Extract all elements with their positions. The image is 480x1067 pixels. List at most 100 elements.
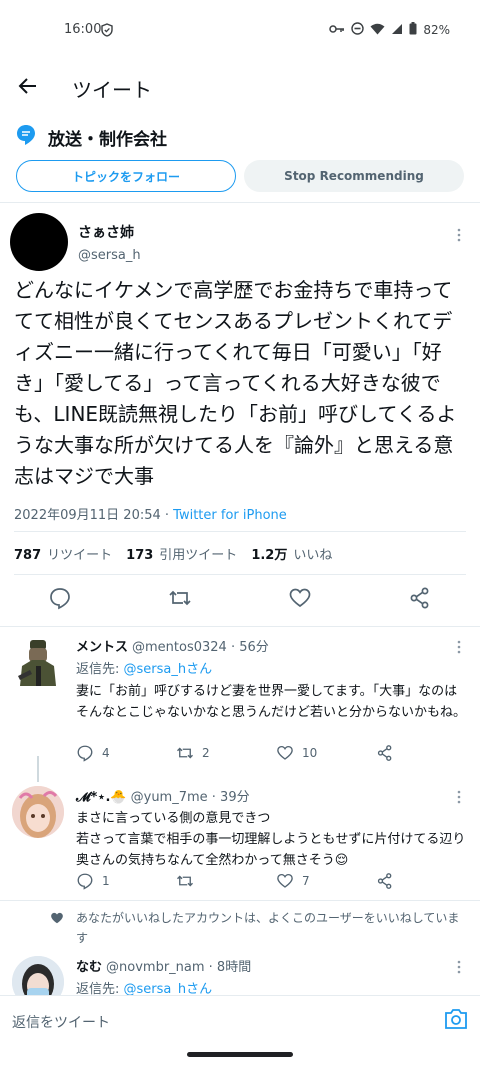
- reply-author-name[interactable]: 𝓜*⋆.🐣: [76, 790, 127, 805]
- quotes-label: 引用ツイート: [159, 548, 238, 563]
- quotes-count: 173: [126, 548, 154, 563]
- reply-handle-time[interactable]: @yum_7me · 39分: [131, 790, 250, 805]
- back-arrow-icon: [18, 77, 38, 99]
- divider: [14, 574, 466, 575]
- liked-note-text: あなたがいいねしたアカウントは、よくこのユーザーをいいねしています: [76, 911, 460, 945]
- reply-to-line: 返信先: @sersa_hさん: [76, 658, 466, 677]
- dnd-icon: [351, 22, 365, 38]
- divider: [0, 626, 480, 627]
- reply-count: 4: [102, 746, 110, 760]
- stop-recommending-button[interactable]: Stop Recommending: [244, 160, 464, 192]
- like-count: 7: [302, 874, 310, 888]
- retweet-icon[interactable]: [168, 586, 194, 612]
- follow-topic-button[interactable]: トピックをフォロー: [16, 160, 236, 192]
- reply-header[interactable]: メントス @mentos0324 · 56分: [76, 636, 466, 655]
- meta-separator: ·: [160, 508, 174, 523]
- reply-text: まさに言っている側の意見できつ 若さって言葉で相手の事一切理解しようともせずに片…: [76, 811, 466, 868]
- reply-action-like[interactable]: 7: [276, 872, 376, 890]
- reply-handle-time[interactable]: @mentos0324 · 56分: [132, 640, 269, 655]
- status-time: 16:00: [64, 22, 102, 37]
- retweet-icon: [177, 747, 193, 759]
- reply-author-name[interactable]: なむ: [76, 960, 102, 975]
- reply-action-share[interactable]: [376, 744, 406, 762]
- reply-action-like[interactable]: 10: [276, 744, 376, 762]
- more-options-icon[interactable]: [456, 790, 462, 804]
- reply-header[interactable]: 𝓜*⋆.🐣 @yum_7me · 39分: [76, 786, 466, 805]
- author-display-name[interactable]: さぁさ姉: [78, 222, 141, 242]
- signal-icon: [391, 23, 403, 38]
- battery-icon: [409, 22, 417, 38]
- quotes-stat[interactable]: 173 引用ツイート: [126, 544, 237, 563]
- tweet-text: どんなにイケメンで高学歴でお金持ちで車持っててて相性が良くてセンスあるプレゼント…: [14, 278, 457, 488]
- retweets-count: 787: [14, 548, 42, 563]
- share-icon: [377, 873, 392, 889]
- key-icon: [329, 23, 345, 37]
- reply-count: 1: [102, 874, 110, 888]
- reply-action-share[interactable]: [376, 872, 406, 890]
- reply-compose-bar[interactable]: 返信をツイート: [0, 995, 480, 1045]
- back-button[interactable]: [0, 66, 56, 110]
- author-handle[interactable]: @sersa_h: [78, 248, 141, 263]
- home-indicator[interactable]: [187, 1052, 293, 1057]
- reply-action-retweet[interactable]: [176, 872, 276, 890]
- reply-icon: [77, 745, 93, 762]
- avatar[interactable]: [10, 213, 68, 271]
- like-count: 10: [302, 746, 318, 760]
- status-bar: 16:00 82%: [0, 0, 480, 60]
- avatar[interactable]: [12, 636, 64, 688]
- like-heart-icon: [277, 873, 293, 888]
- like-heart-icon[interactable]: [288, 586, 314, 612]
- tweet-source[interactable]: Twitter for iPhone: [173, 508, 287, 523]
- retweets-label: リツイート: [47, 548, 113, 563]
- topic-actions: トピックをフォロー Stop Recommending: [16, 160, 464, 192]
- thread-line: [37, 756, 39, 782]
- wifi-icon: [370, 23, 385, 38]
- reply-icon[interactable]: [48, 586, 74, 612]
- share-icon[interactable]: [408, 586, 434, 612]
- shield-icon: [100, 22, 114, 41]
- reply-actions: 1 7: [76, 872, 406, 890]
- likes-label: いいね: [293, 548, 333, 563]
- reply-input[interactable]: 返信をツイート: [12, 1012, 110, 1032]
- more-options-icon[interactable]: [456, 228, 462, 242]
- share-icon: [377, 745, 392, 761]
- likes-count: 1.2万: [251, 548, 288, 563]
- liked-accounts-note: あなたがいいねしたアカウントは、よくこのユーザーをいいねしています: [50, 908, 470, 948]
- reply-handle-time[interactable]: @novmbr_nam · 8時間: [106, 960, 251, 975]
- retweet-icon: [177, 875, 193, 887]
- reply-author-name[interactable]: メントス: [76, 640, 128, 655]
- retweet-count: 2: [202, 746, 210, 760]
- reply-action-reply[interactable]: 4: [76, 744, 176, 762]
- reply-to-prefix: 返信先:: [76, 662, 124, 677]
- reply-header[interactable]: なむ @novmbr_nam · 8時間: [76, 956, 466, 975]
- retweets-stat[interactable]: 787 リツイート: [14, 544, 112, 563]
- page-title: ツイート: [72, 77, 152, 102]
- likes-stat[interactable]: 1.2万 いいね: [251, 544, 332, 563]
- reply-actions: 4 2 10: [76, 744, 406, 762]
- divider: [0, 202, 480, 203]
- tweet-datetime[interactable]: 2022年09月11日 20:54: [14, 508, 161, 523]
- reply-action-retweet[interactable]: 2: [176, 744, 276, 762]
- heart-filled-icon: [50, 911, 64, 931]
- tweet-meta: 2022年09月11日 20:54 · Twitter for iPhone: [14, 504, 287, 523]
- topic-header: 放送・制作会社: [16, 124, 167, 150]
- more-options-icon[interactable]: [456, 960, 462, 974]
- divider: [14, 531, 466, 532]
- battery-percent: 82%: [423, 23, 450, 37]
- tweet-stats: 787 リツイート 173 引用ツイート 1.2万 いいね: [14, 544, 332, 563]
- topic-bubble-icon: [16, 124, 36, 150]
- reply-icon: [77, 873, 93, 890]
- reply-text: 妻に「お前」呼びするけど妻を世界一愛してます。「大事」なのはそんなとこじゃないか…: [76, 684, 467, 720]
- status-icons: 82%: [329, 22, 450, 38]
- like-heart-icon: [277, 745, 293, 760]
- top-bar: ツイート: [0, 66, 480, 110]
- avatar[interactable]: [12, 786, 64, 838]
- reply-to-handle[interactable]: @sersa_hさん: [124, 662, 213, 677]
- tweet-author[interactable]: さぁさ姉 @sersa_h: [10, 213, 141, 271]
- camera-icon[interactable]: [444, 1008, 468, 1034]
- divider: [0, 900, 480, 901]
- more-options-icon[interactable]: [456, 640, 462, 654]
- tweet-actions: [0, 586, 480, 616]
- reply-action-reply[interactable]: 1: [76, 872, 176, 890]
- topic-label: 放送・制作会社: [48, 129, 167, 150]
